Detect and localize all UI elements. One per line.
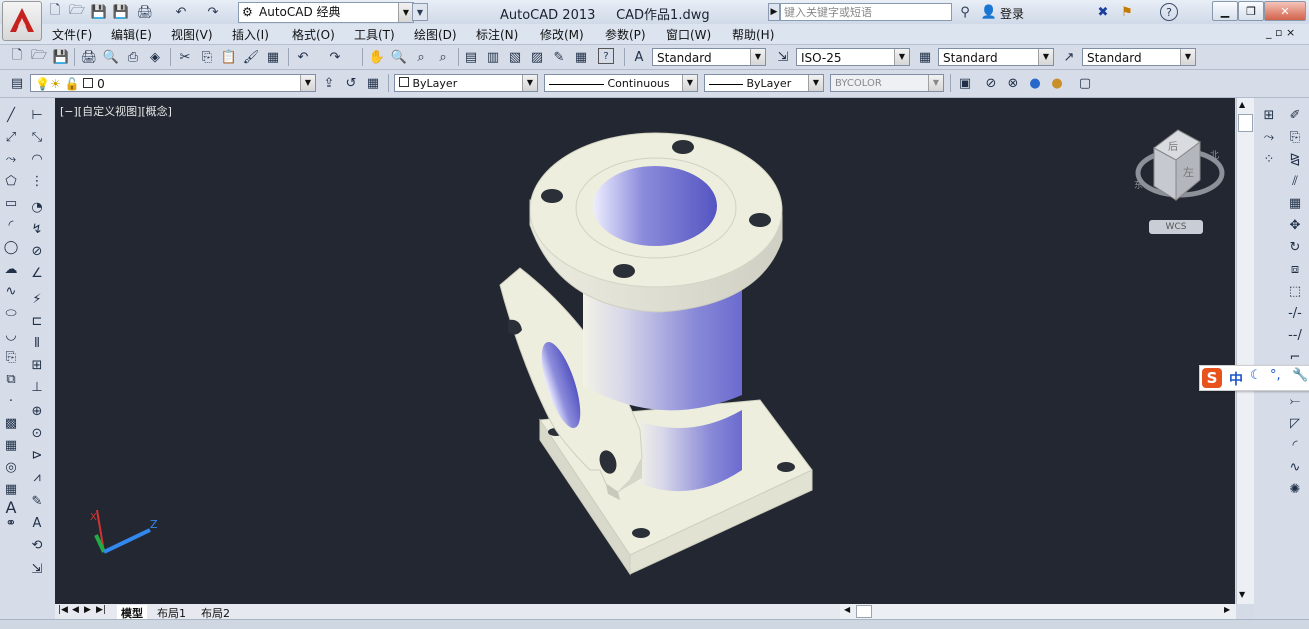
application-menu-button[interactable] <box>2 1 42 41</box>
offset-icon[interactable]: ⫽ <box>1286 172 1304 190</box>
tab-nav-prev-icon[interactable]: ◀ <box>72 605 79 615</box>
wrench-icon[interactable]: 🔧 <box>1292 368 1308 383</box>
grid-snap-icon[interactable]: ⁘ <box>1260 150 1278 168</box>
tab-nav-next-icon[interactable]: ▶ <box>84 605 91 615</box>
chamfer-icon[interactable]: ◸ <box>1286 414 1304 432</box>
ime-mode-label[interactable]: 中 <box>1229 369 1243 389</box>
top-flange[interactable] <box>529 132 783 313</box>
scroll-left-icon[interactable]: ◀ <box>844 605 850 614</box>
extend-icon[interactable]: --/ <box>1286 326 1304 344</box>
scale-icon[interactable]: ⧈ <box>1286 260 1304 278</box>
viewcube[interactable]: 后 左 东 北 <box>1134 129 1225 202</box>
ucs-x-label: X <box>90 512 97 523</box>
model-layer: X Z 后 左 东 北 <box>90 129 1225 576</box>
move-icon[interactable]: ✥ <box>1286 216 1304 234</box>
viewcube-top-face: 后 <box>1168 141 1178 153</box>
break-icon[interactable]: ⌐ <box>1286 348 1304 366</box>
h-scroll-thumb[interactable] <box>856 605 872 618</box>
ucs-icon: X Z <box>90 509 158 554</box>
ucs-z-label: Z <box>150 518 158 531</box>
copy-object-icon[interactable]: ⎘ <box>1286 128 1304 146</box>
compass-label-north: 北 <box>1210 150 1219 161</box>
fillet-icon[interactable]: ◜ <box>1286 436 1304 454</box>
ime-toolbar[interactable]: S 中 ☾ °, 🔧 <box>1199 365 1309 391</box>
right-toolbars: ⊞ ⤳ ⁘ ✐ ⎘ ⧎ ⫽ ▦ ✥ ↻ ⧈ ⬚ -/- --/ ⌐ ⤚ ◸ ◜ … <box>1254 98 1309 619</box>
scroll-thumb[interactable] <box>1238 114 1253 132</box>
punctuation-icon[interactable]: °, <box>1270 368 1281 383</box>
viewcube-front-face: 左 <box>1183 166 1194 179</box>
horizontal-scrollbar[interactable]: ◀ ▶ <box>840 604 1236 619</box>
tab-nav-first-icon[interactable]: |◀ <box>58 605 68 615</box>
wcs-menu[interactable]: WCS <box>1149 220 1203 234</box>
mirror-icon[interactable]: ⧎ <box>1286 150 1304 168</box>
vertical-scrollbar[interactable]: ▲ ▼ <box>1236 98 1254 604</box>
array-icon[interactable]: ▦ <box>1286 194 1304 212</box>
rotate-icon[interactable]: ↻ <box>1286 238 1304 256</box>
autocad-logo-icon <box>10 8 34 32</box>
tab-nav-last-icon[interactable]: ▶| <box>96 605 106 615</box>
trim-icon[interactable]: -/- <box>1286 304 1304 322</box>
object-snap-icon[interactable]: ⊞ <box>1260 106 1278 124</box>
compass-label-east: 东 <box>1134 179 1143 191</box>
layout-tabs-bar: |◀ ◀ ▶ ▶| 模型 布局1 布局2 <box>55 604 840 621</box>
join-icon[interactable]: ⤚ <box>1286 392 1304 410</box>
scroll-up-icon[interactable]: ▲ <box>1239 100 1245 109</box>
moon-icon[interactable]: ☾ <box>1250 368 1262 383</box>
stretch-icon[interactable]: ⬚ <box>1286 282 1304 300</box>
blend-icon[interactable]: ∿ <box>1286 458 1304 476</box>
erase-icon[interactable]: ✐ <box>1286 106 1304 124</box>
sogou-logo-icon: S <box>1202 368 1222 388</box>
explode-icon[interactable]: ✺ <box>1286 480 1304 498</box>
snap-tracking-icon[interactable]: ⤳ <box>1260 128 1278 146</box>
scroll-down-icon[interactable]: ▼ <box>1239 590 1245 599</box>
scroll-right-icon[interactable]: ▶ <box>1224 605 1230 614</box>
